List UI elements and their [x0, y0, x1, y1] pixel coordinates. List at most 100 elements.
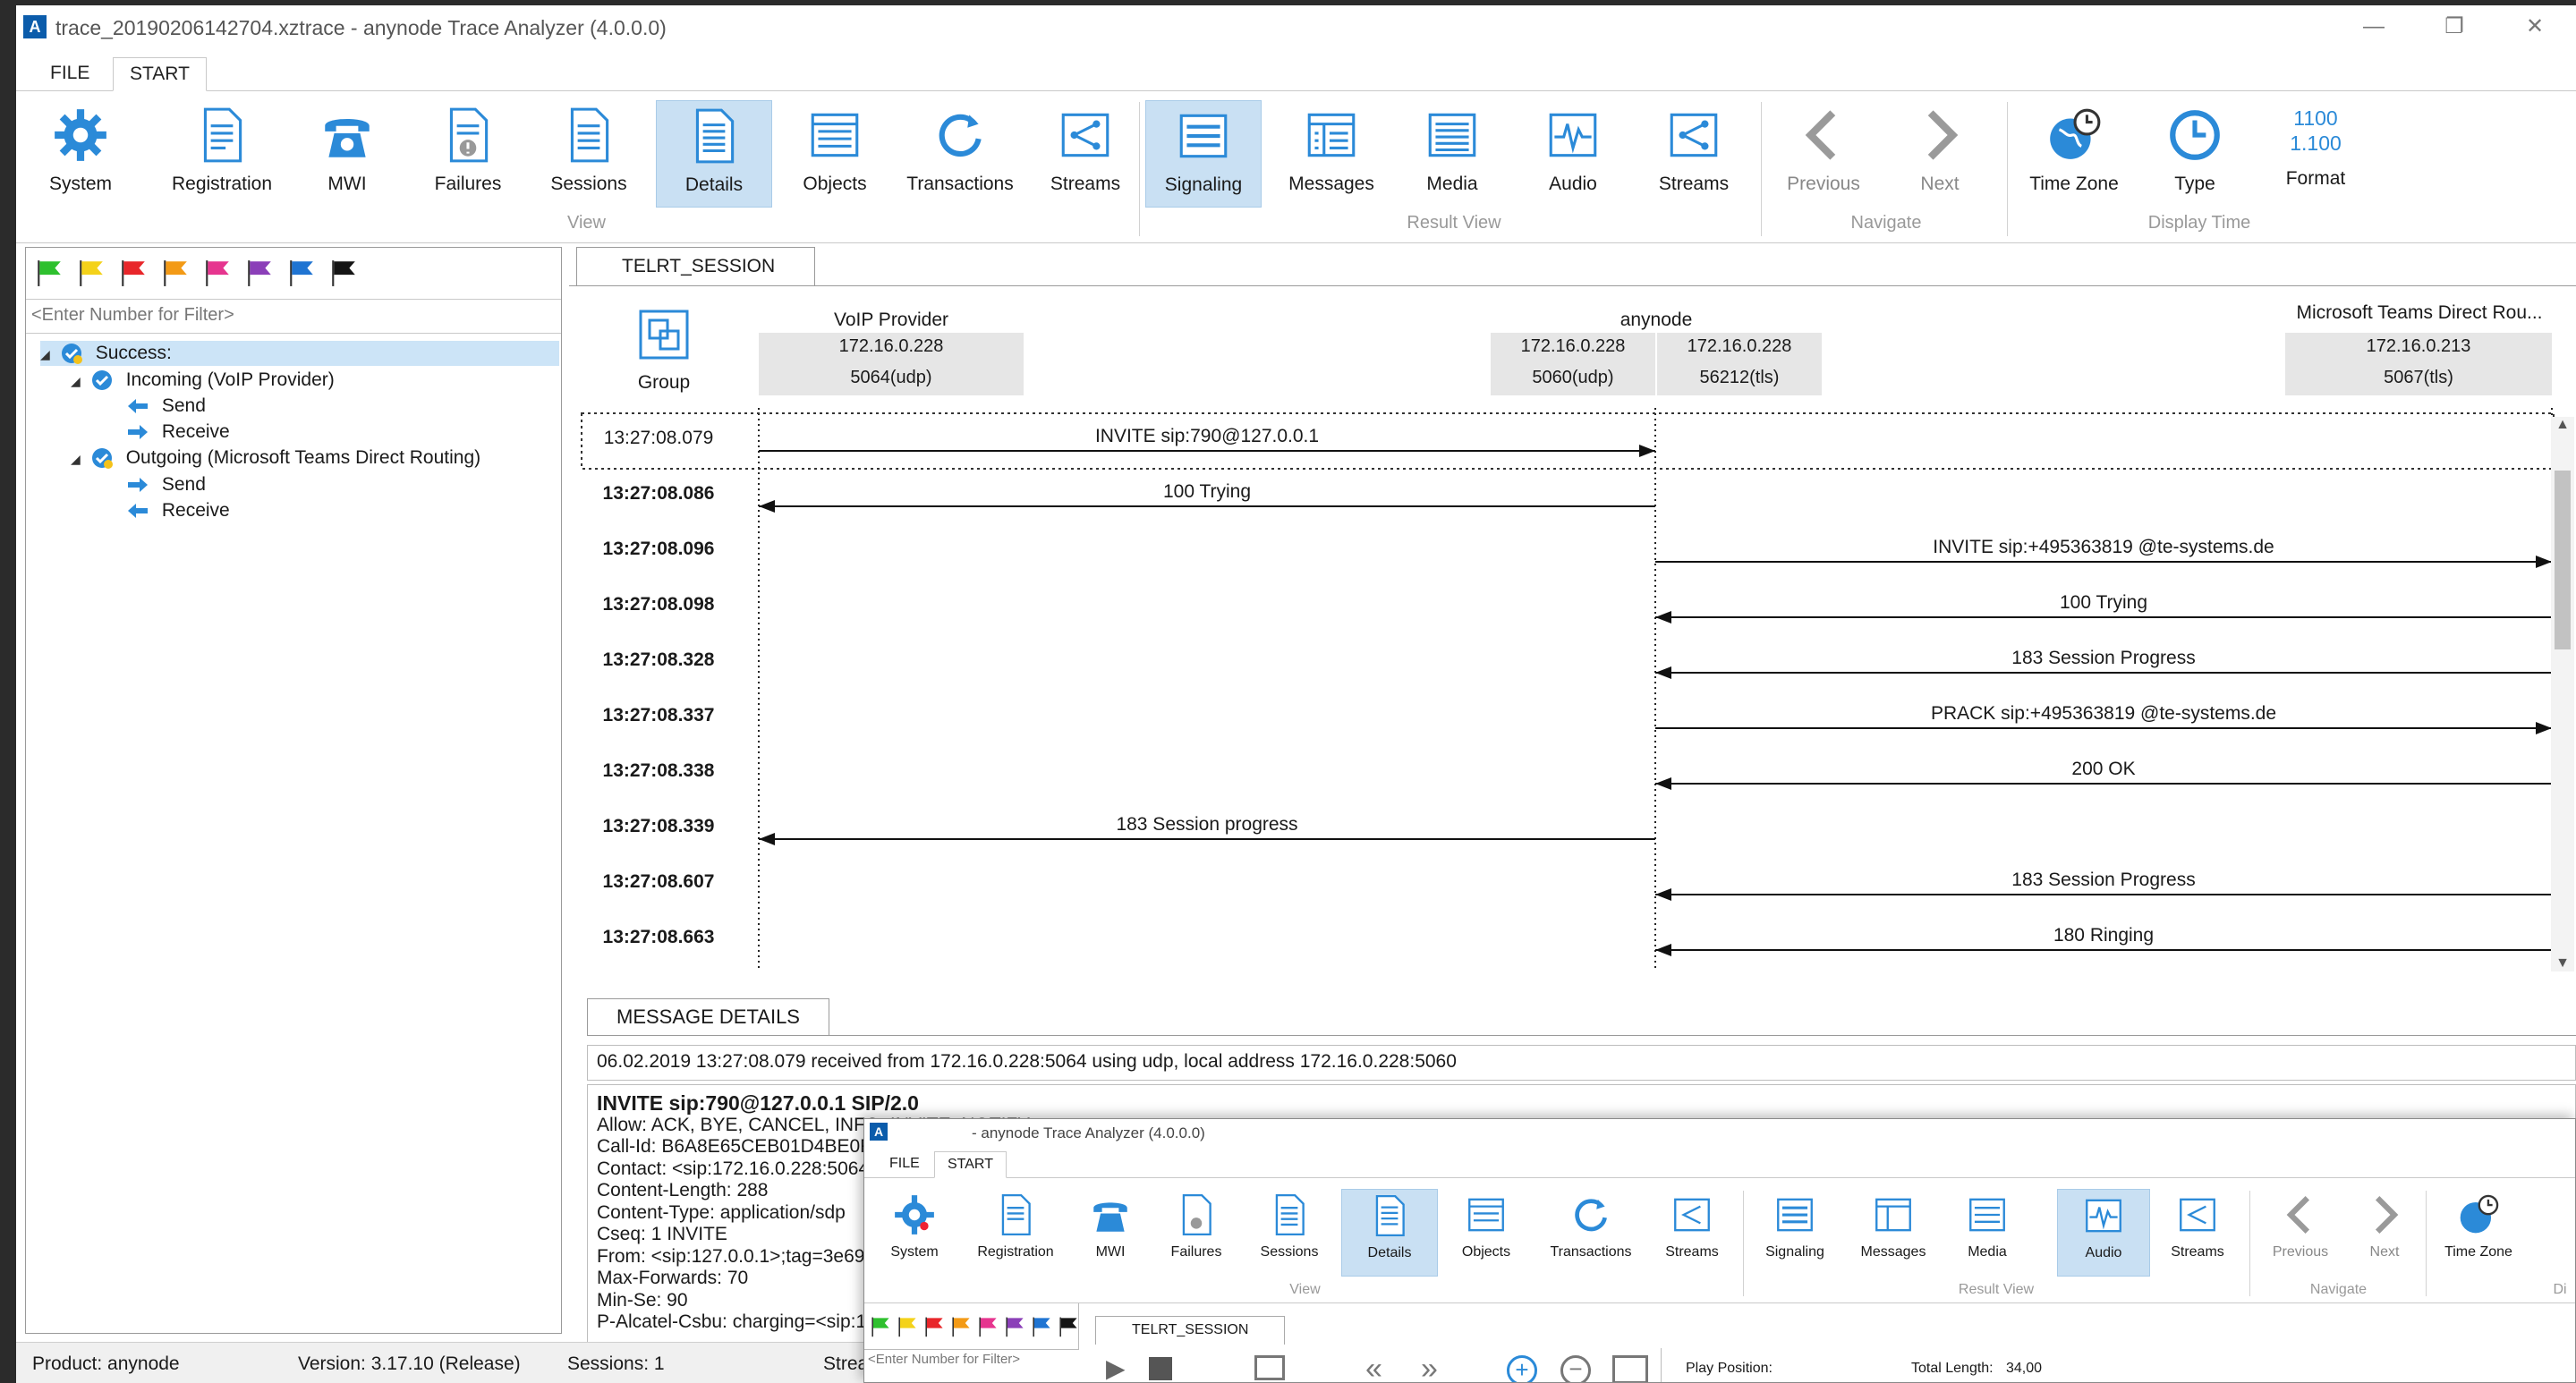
message-label[interactable]: 180 Ringing	[1655, 925, 2552, 946]
transactions-button[interactable]: Transactions	[893, 100, 1027, 208]
messages-button[interactable]: Messages	[1278, 100, 1385, 208]
signaling-scrollbar[interactable]: ▲ ▼	[2551, 417, 2574, 971]
result-streams-button[interactable]: Streams	[1645, 100, 1743, 208]
message-time[interactable]: 13:27:08.607	[569, 871, 748, 893]
tab-message-details[interactable]: MESSAGE DETAILS	[587, 998, 829, 1036]
message-label[interactable]: 183 Session Progress	[1655, 648, 2552, 669]
signaling-button[interactable]: Signaling	[1750, 1189, 1840, 1277]
tree-node-incoming-send[interactable]: Send	[126, 394, 206, 419]
scroll-up-icon[interactable]: ▲	[2551, 417, 2574, 433]
timezone-button[interactable]: Time Zone	[2016, 100, 2132, 208]
message-time[interactable]: 13:27:08.337	[569, 705, 748, 726]
previous-button[interactable]: Previous	[2260, 1189, 2341, 1277]
streams-button[interactable]: Streams	[1036, 100, 1135, 208]
close-button[interactable]: ✕	[2504, 11, 2566, 43]
message-label[interactable]: 100 Trying	[1655, 592, 2552, 614]
stop-icon[interactable]	[1149, 1357, 1172, 1380]
collapse-arrow-icon[interactable]: ◢	[71, 446, 85, 471]
tab-file[interactable]: FILE	[877, 1151, 932, 1178]
flag-icon[interactable]	[950, 1316, 972, 1337]
collapse-arrow-icon[interactable]: ◢	[71, 369, 85, 394]
next-button[interactable]: Next	[1895, 100, 1985, 208]
previous-button[interactable]: Previous	[1770, 100, 1877, 208]
flag-icon[interactable]	[329, 259, 358, 287]
message-label[interactable]: 183 Session progress	[759, 814, 1655, 836]
flag-icon[interactable]	[77, 259, 106, 287]
failures-button[interactable]: Failures	[1156, 1189, 1237, 1277]
sessions-button[interactable]: Sessions	[535, 100, 642, 208]
message-time[interactable]: 13:27:08.338	[569, 760, 748, 782]
details-button[interactable]: Details	[1341, 1189, 1438, 1277]
flag-icon[interactable]	[161, 259, 190, 287]
sessions-button[interactable]: Sessions	[1249, 1189, 1330, 1277]
message-time[interactable]: 13:27:08.079	[569, 428, 748, 449]
media-button[interactable]: Media	[1407, 100, 1497, 208]
tree-node-incoming[interactable]: ◢ Incoming (VoIP Provider)	[71, 368, 335, 393]
flag-icon[interactable]	[1058, 1316, 1079, 1337]
format-button[interactable]: 1100 1.100 Format	[2262, 100, 2369, 208]
play-icon[interactable]: ▶	[1106, 1353, 1126, 1382]
message-label[interactable]: PRACK sip:+495363819 @te-systems.de	[1655, 703, 2552, 725]
message-label[interactable]: INVITE sip:+495363819 @te-systems.de	[1655, 537, 2552, 558]
message-time[interactable]: 13:27:08.098	[569, 594, 748, 615]
restore-button[interactable]: ❐	[2423, 11, 2486, 43]
next-button[interactable]: Next	[2353, 1189, 2416, 1277]
system-button[interactable]: System	[36, 100, 125, 208]
signaling-button[interactable]: Signaling	[1145, 100, 1262, 208]
scroll-thumb[interactable]	[2555, 471, 2571, 649]
flag-icon[interactable]	[897, 1316, 918, 1337]
rewind-icon[interactable]: «	[1365, 1352, 1382, 1382]
tree-node-outgoing[interactable]: ◢ Outgoing (Microsoft Teams Direct Routi…	[71, 445, 480, 471]
objects-button[interactable]: Objects	[1446, 1189, 1526, 1277]
tree-node-outgoing-send[interactable]: Send	[126, 472, 206, 497]
message-label[interactable]: 183 Session Progress	[1655, 870, 2552, 891]
flag-icon[interactable]	[1031, 1316, 1052, 1337]
flag-icon[interactable]	[1004, 1316, 1025, 1337]
flag-icon[interactable]	[870, 1316, 891, 1337]
fit-view-icon[interactable]	[1612, 1355, 1648, 1382]
failures-button[interactable]: Failures	[419, 100, 517, 208]
message-label[interactable]: 100 Trying	[759, 481, 1655, 503]
screen-icon[interactable]	[1254, 1355, 1285, 1380]
tab-telrt-session[interactable]: TELRT_SESSION	[1095, 1316, 1286, 1345]
fast-forward-icon[interactable]: »	[1421, 1352, 1438, 1382]
message-time[interactable]: 13:27:08.328	[569, 649, 748, 671]
audio-button[interactable]: Audio	[2057, 1189, 2150, 1277]
flag-icon[interactable]	[119, 259, 148, 287]
streams-button[interactable]: Streams	[1652, 1189, 1732, 1277]
collapse-arrow-icon[interactable]: ◢	[40, 342, 55, 367]
zoom-out-icon[interactable]: −	[1560, 1355, 1591, 1382]
tree-node-outgoing-receive[interactable]: Receive	[126, 498, 230, 523]
objects-button[interactable]: Objects	[786, 100, 884, 208]
result-streams-button[interactable]: Streams	[2162, 1189, 2233, 1277]
media-button[interactable]: Media	[1947, 1189, 2028, 1277]
tree-node-incoming-receive[interactable]: Receive	[126, 420, 230, 445]
flag-icon[interactable]	[245, 259, 274, 287]
details-button[interactable]: Details	[656, 100, 772, 208]
flag-icon[interactable]	[287, 259, 316, 287]
timezone-button[interactable]: Time Zone	[2434, 1189, 2523, 1277]
flag-icon[interactable]	[923, 1316, 945, 1337]
minimize-button[interactable]: —	[2342, 11, 2405, 43]
flag-icon[interactable]	[35, 259, 64, 287]
number-filter-input[interactable]: <Enter Number for Filter>	[868, 1352, 1020, 1367]
message-label[interactable]: 200 OK	[1655, 759, 2552, 780]
registration-button[interactable]: Registration	[966, 1189, 1065, 1277]
system-button[interactable]: System	[879, 1189, 950, 1277]
type-button[interactable]: Type	[2150, 100, 2240, 208]
tab-start[interactable]: START	[934, 1151, 1007, 1178]
transactions-button[interactable]: Transactions	[1537, 1189, 1645, 1277]
tab-file[interactable]: FILE	[34, 57, 106, 91]
mwi-button[interactable]: MWI	[311, 100, 383, 208]
scroll-down-icon[interactable]: ▼	[2551, 955, 2574, 971]
secondary-window[interactable]: A - anynode Trace Analyzer (4.0.0.0) FIL…	[863, 1118, 2576, 1383]
tab-start[interactable]: START	[113, 57, 207, 91]
tree-node-success[interactable]: ◢ Success:	[40, 341, 559, 366]
message-label[interactable]: INVITE sip:790@127.0.0.1	[759, 426, 1655, 447]
flag-icon[interactable]	[977, 1316, 999, 1337]
flag-icon[interactable]	[203, 259, 232, 287]
message-time[interactable]: 13:27:08.663	[569, 927, 748, 948]
number-filter-input[interactable]: <Enter Number for Filter>	[26, 300, 561, 334]
message-time[interactable]: 13:27:08.086	[569, 483, 748, 505]
mwi-button[interactable]: MWI	[1079, 1189, 1142, 1277]
